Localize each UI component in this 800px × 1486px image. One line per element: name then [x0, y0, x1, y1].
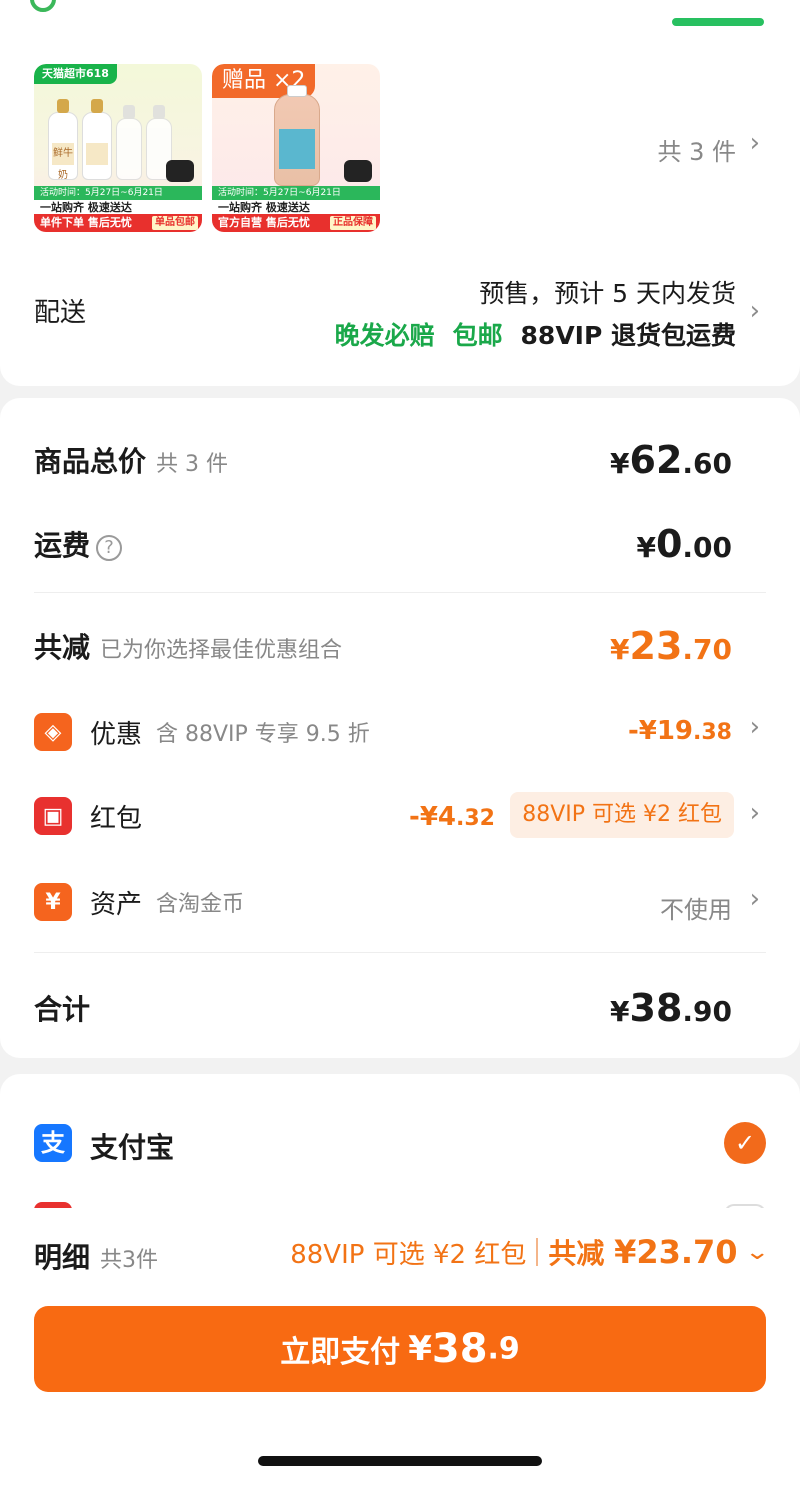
- sum-amount: ¥38.90: [610, 986, 732, 1030]
- divider: [34, 952, 766, 953]
- chevron-right-icon[interactable]: ›: [750, 884, 760, 914]
- assets-label: 资产: [90, 889, 143, 920]
- coupon-tag-icon: ◈: [34, 713, 72, 751]
- coupon-amount: -¥19.38: [627, 716, 732, 746]
- coupon-row[interactable]: ◈ 优惠 含 88VIP 专享 9.5 折: [34, 712, 370, 752]
- redpack-label: 红包: [90, 803, 143, 834]
- separator: [536, 1238, 539, 1266]
- coupon-label: 优惠: [90, 719, 143, 750]
- delivery-estimate: 预售，预计 5 天内发货: [479, 279, 736, 308]
- redpack-row[interactable]: ▣ 红包: [34, 796, 142, 836]
- pay-now-button[interactable]: 立即支付 ¥38.9: [34, 1306, 766, 1392]
- payment-method-card: 支 支付宝 ✓: [0, 1074, 800, 1224]
- guarantee-tag: 单品包邮: [152, 216, 198, 230]
- store-icon: [30, 0, 56, 12]
- shipping-label: 运费?: [34, 524, 123, 564]
- discount-hint: 已为你选择最佳优惠组合: [100, 638, 343, 663]
- coupon-note: 含 88VIP 专享 9.5 折: [156, 722, 370, 747]
- discount-total-amount: ¥23.70: [610, 624, 732, 668]
- guarantee-strip: 单件下单 售后无忧 单品包邮: [34, 214, 202, 232]
- drink-bottle-icon: [274, 85, 320, 186]
- guarantee-strip: 官方自营 售后无忧 正品保障: [212, 214, 380, 232]
- chevron-right-icon[interactable]: ›: [750, 296, 760, 326]
- shipping-amount: ¥0.00: [636, 522, 732, 566]
- price-summary-card: 商品总价共 3 件 ¥62.60 运费? ¥0.00 共减 已为你选择最佳优惠组合…: [0, 398, 800, 1058]
- goods-count: 共 3 件: [156, 452, 228, 477]
- chevron-right-icon[interactable]: ›: [750, 128, 760, 158]
- promo-stripe: 活动时间：5月27日~6月21日: [34, 186, 202, 200]
- vip-promo-text: 88VIP 可选 ¥2 红包: [290, 1239, 527, 1270]
- goods-total-amount: ¥62.60: [610, 438, 732, 482]
- discount-total-label: 共减 已为你选择最佳优惠组合: [34, 631, 343, 664]
- item-count-link[interactable]: 共 3 件: [657, 132, 736, 167]
- chevron-right-icon[interactable]: ›: [750, 712, 760, 742]
- goods-total-label: 商品总价共 3 件: [34, 445, 228, 478]
- gift-drink-thumbnail[interactable]: 赠品 ×2 活动时间：5月27日~6月21日 一站购齐 极速送达 官方自营 售后…: [212, 64, 380, 232]
- tmall-cat-icon: [344, 160, 372, 182]
- redpack-amount: -¥4.32: [409, 802, 495, 832]
- delivery-perks: 晚发必赔 包邮 88VIP 退货包运费: [335, 316, 736, 352]
- assets-row[interactable]: ¥ 资产 含淘金币: [34, 882, 244, 922]
- saved-total: 共减 ¥23.70: [548, 1233, 738, 1271]
- help-icon[interactable]: ?: [96, 535, 123, 561]
- check-circle-icon[interactable]: ✓: [724, 1122, 766, 1164]
- milk-bottle-icon: [82, 99, 112, 180]
- guarantee-tag: 正品保障: [330, 216, 376, 230]
- chevron-right-icon[interactable]: ›: [750, 798, 760, 828]
- vip-return-text: 88VIP 退货包运费: [520, 321, 736, 350]
- red-envelope-icon: ▣: [34, 797, 72, 835]
- sum-label: 合计: [34, 993, 91, 1026]
- divider: [34, 592, 766, 593]
- tmall-cat-icon: [166, 160, 194, 182]
- checkout-bottom-bar: 明细 共3件 88VIP 可选 ¥2 红包 共减 ¥23.70 ⌄ 立即支付 ¥38…: [0, 1208, 800, 1486]
- detail-count: 共3件: [100, 1248, 159, 1273]
- milk-bottle-icon: 鲜牛奶: [48, 99, 78, 181]
- guarantee-text: 单件下单 售后无忧: [40, 216, 132, 229]
- assets-note: 含淘金币: [156, 892, 245, 917]
- tmall-618-badge: 天猫超市618: [34, 64, 117, 84]
- savings-summary[interactable]: 88VIP 可选 ¥2 红包 共减 ¥23.70 ⌄: [290, 1232, 769, 1272]
- alipay-icon: 支: [34, 1124, 72, 1162]
- home-indicator[interactable]: [258, 1456, 542, 1466]
- detail-label: 明细: [34, 1241, 91, 1274]
- top-cutoff-strip: [0, 0, 800, 30]
- assets-state: 不使用: [660, 896, 732, 924]
- cutoff-button[interactable]: [672, 18, 764, 26]
- order-card: 天猫超市618 鲜牛奶 活动时间：5月27日~6月21日 一站购齐 极速送达 单…: [0, 30, 800, 386]
- vip-redpack-pill[interactable]: 88VIP 可选 ¥2 红包: [510, 792, 734, 838]
- late-compensation-text: 晚发必赔: [334, 321, 435, 350]
- free-shipping-text: 包邮: [452, 321, 503, 350]
- double-chevron-down-icon[interactable]: ⌄: [744, 1240, 770, 1265]
- milk-pack-thumbnail[interactable]: 天猫超市618 鲜牛奶 活动时间：5月27日~6月21日 一站购齐 极速送达 单…: [34, 64, 202, 232]
- guarantee-text: 官方自营 售后无忧: [218, 216, 310, 229]
- yen-coin-icon: ¥: [34, 883, 72, 921]
- promo-stripe: 活动时间：5月27日~6月21日: [212, 186, 380, 200]
- alipay-label[interactable]: 支付宝: [90, 1126, 174, 1166]
- milk-bottle-icon: [116, 105, 142, 180]
- delivery-label: 配送: [34, 298, 87, 328]
- detail-toggle[interactable]: 明细 共3件: [34, 1236, 158, 1276]
